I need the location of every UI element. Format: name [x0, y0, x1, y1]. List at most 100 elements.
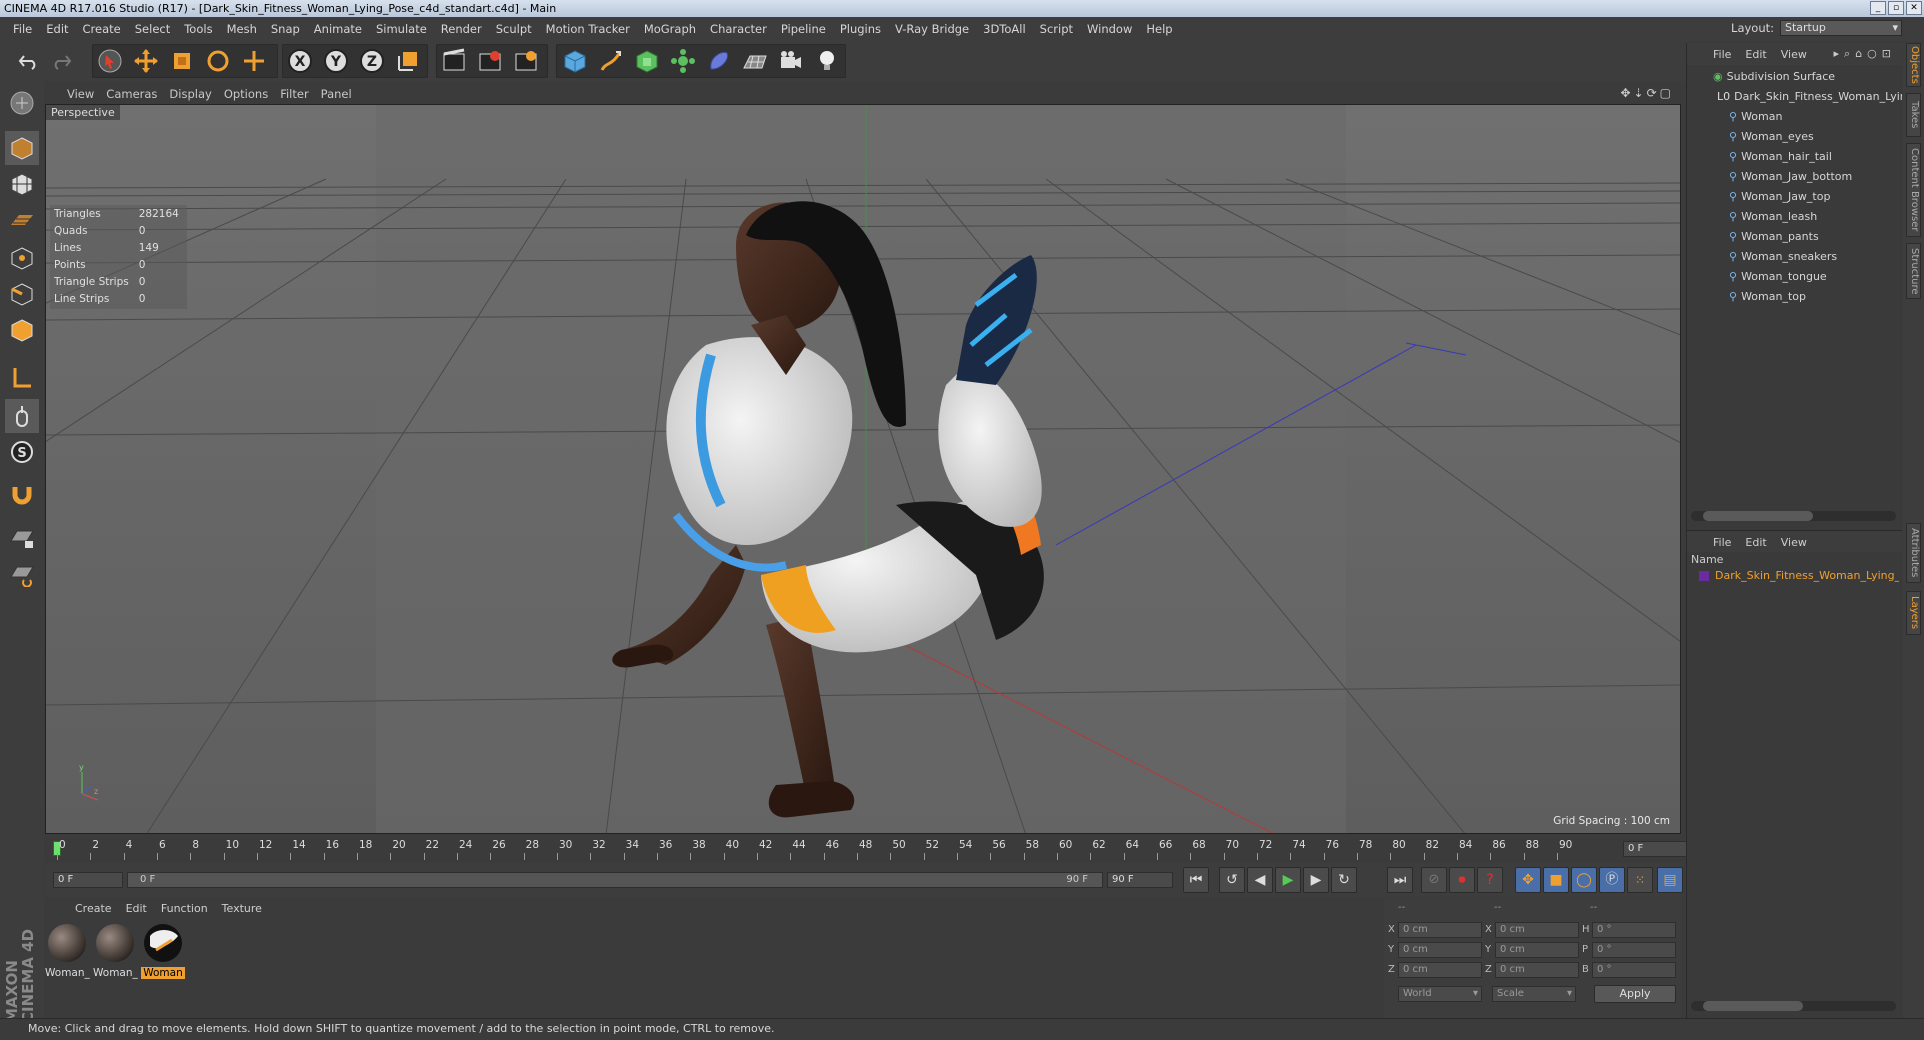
layer-manager-scrollbar[interactable] — [1691, 1001, 1896, 1011]
magnet-icon[interactable] — [5, 477, 39, 511]
object-tree-item[interactable]: L0Dark_Skin_Fitness_Woman_Lying_P — [1687, 87, 1902, 107]
object-tree-item[interactable]: ⚲ Woman_hair_tail — [1687, 147, 1902, 167]
key-position-icon[interactable]: ✥ — [1515, 867, 1541, 893]
menu-v-ray-bridge[interactable]: V-Ray Bridge — [888, 22, 976, 36]
viewport-menu-cameras[interactable]: Cameras — [106, 87, 169, 101]
key-rotation-icon[interactable]: ◯ — [1571, 867, 1597, 893]
make-editable-icon[interactable] — [5, 86, 39, 120]
side-tab-takes[interactable]: Takes — [1906, 93, 1921, 137]
edges-mode-icon[interactable] — [5, 277, 39, 311]
rotate-tool-icon[interactable] — [203, 46, 233, 76]
viewport-menu-view[interactable]: View — [67, 87, 106, 101]
apply-button[interactable]: Apply — [1594, 985, 1676, 1003]
side-tab-objects[interactable]: Objects — [1906, 43, 1921, 87]
position-field[interactable]: 0 cm — [1398, 962, 1482, 978]
menu-edit[interactable]: Edit — [39, 22, 75, 36]
object-tree-item[interactable]: ⚲ Woman_pants — [1687, 227, 1902, 247]
side-tab-structure[interactable]: Structure — [1906, 243, 1921, 299]
render-picture-viewer-icon[interactable] — [475, 46, 505, 76]
menu-create[interactable]: Create — [76, 22, 128, 36]
viewport-menu-display[interactable]: Display — [169, 87, 223, 101]
side-tab-attributes[interactable]: Attributes — [1906, 523, 1921, 583]
y-axis-icon[interactable]: Y — [321, 46, 351, 76]
size-field[interactable]: 0 cm — [1495, 962, 1579, 978]
object-tree-item[interactable]: ⚲ Woman_sneakers — [1687, 247, 1902, 267]
viewport-menu-panel[interactable]: Panel — [321, 87, 364, 101]
viewport-nav-icons[interactable]: ✥⇣⟳▢ — [1620, 86, 1674, 100]
record-icon[interactable]: ⏺ — [1449, 867, 1475, 893]
layer-menu-edit[interactable]: Edit — [1745, 536, 1766, 549]
object-tree-item[interactable]: ⚲ Woman_Jaw_top — [1687, 187, 1902, 207]
menu-mesh[interactable]: Mesh — [220, 22, 264, 36]
layer-menu-view[interactable]: View — [1781, 536, 1807, 549]
size-mode-select[interactable]: Scale ▾ — [1492, 986, 1576, 1002]
menu-script[interactable]: Script — [1033, 22, 1080, 36]
next-key-icon[interactable]: ↻ — [1331, 867, 1357, 893]
object-menu-edit[interactable]: Edit — [1745, 48, 1766, 61]
menu-snap[interactable]: Snap — [264, 22, 307, 36]
texture-mode-icon[interactable] — [5, 167, 39, 201]
side-tab-layers[interactable]: Layers — [1906, 591, 1921, 635]
layer-item[interactable]: Dark_Skin_Fitness_Woman_Lying_Po — [1699, 569, 1899, 587]
workplane-icon[interactable] — [5, 203, 39, 237]
maximize-button[interactable]: ▫ — [1888, 1, 1904, 15]
workplane-lock-icon[interactable] — [5, 521, 39, 555]
model-mode-icon[interactable] — [5, 131, 39, 165]
material-swatch[interactable]: Woman_ — [93, 922, 138, 979]
menu-select[interactable]: Select — [128, 22, 177, 36]
cube-icon[interactable] — [560, 46, 590, 76]
camera-icon[interactable] — [776, 46, 806, 76]
snap-icon[interactable]: S — [5, 435, 39, 469]
menu-file[interactable]: File — [6, 22, 39, 36]
pen-spline-icon[interactable] — [596, 46, 626, 76]
object-tree-item[interactable]: ⚲ Woman_eyes — [1687, 127, 1902, 147]
size-field[interactable]: 0 cm — [1495, 942, 1579, 958]
side-tab-content-browser[interactable]: Content Browser — [1906, 143, 1921, 237]
menu-plugins[interactable]: Plugins — [833, 22, 888, 36]
perspective-viewport[interactable]: Perspective Triangles 282164 Quads 0 Lines 14… — [45, 104, 1681, 834]
x-axis-icon[interactable]: X — [285, 46, 315, 76]
object-menu-view[interactable]: View — [1781, 48, 1807, 61]
menu-window[interactable]: Window — [1080, 22, 1139, 36]
layout-select[interactable]: Startup ▾ — [1780, 20, 1902, 36]
rotation-field[interactable]: 0 ° — [1592, 942, 1676, 958]
material-menu-texture[interactable]: Texture — [222, 902, 262, 915]
live-selection-icon[interactable] — [95, 46, 125, 76]
axis-mode-icon[interactable] — [5, 361, 39, 395]
rotation-field[interactable]: 0 ° — [1592, 962, 1676, 978]
grid-snap-icon[interactable] — [5, 557, 39, 591]
floor-icon[interactable] — [740, 46, 770, 76]
undo-icon[interactable] — [14, 46, 44, 76]
viewport-menu-filter[interactable]: Filter — [280, 87, 320, 101]
object-tree-item[interactable]: ⚲ Woman_Jaw_bottom — [1687, 167, 1902, 187]
menu-render[interactable]: Render — [434, 22, 489, 36]
record-disabled-icon[interactable]: ⊘ — [1421, 867, 1447, 893]
close-button[interactable]: ✕ — [1906, 1, 1922, 15]
object-tree-item[interactable]: ⚲ Woman_top — [1687, 287, 1902, 307]
render-view-icon[interactable] — [439, 46, 469, 76]
deformer-icon[interactable] — [704, 46, 734, 76]
scale-tool-icon[interactable] — [167, 46, 197, 76]
start-frame-field[interactable]: 0 F — [53, 872, 123, 888]
render-settings-icon[interactable] — [511, 46, 541, 76]
object-tree-item[interactable]: ◉ Subdivision Surface — [1687, 67, 1902, 87]
key-parameter-icon[interactable]: Ⓟ — [1599, 867, 1625, 893]
coordinate-system-icon[interactable] — [393, 46, 423, 76]
menu-mograph[interactable]: MoGraph — [637, 22, 703, 36]
layer-menu-file[interactable]: File — [1713, 536, 1731, 549]
material-swatch[interactable]: Woman_ — [45, 922, 90, 979]
material-swatch[interactable]: Woman — [141, 922, 185, 979]
frame-range-slider[interactable]: 0 F 90 F — [127, 872, 1103, 888]
menu-motion-tracker[interactable]: Motion Tracker — [539, 22, 637, 36]
prev-key-icon[interactable]: ↺ — [1219, 867, 1245, 893]
menu-simulate[interactable]: Simulate — [369, 22, 434, 36]
menu-animate[interactable]: Animate — [307, 22, 369, 36]
key-scale-icon[interactable]: ■ — [1543, 867, 1569, 893]
menu-3dtoall[interactable]: 3DToAll — [976, 22, 1033, 36]
menu-character[interactable]: Character — [703, 22, 774, 36]
coord-mode-select[interactable]: World ▾ — [1398, 986, 1482, 1002]
object-tree-item[interactable]: ⚲ Woman_leash — [1687, 207, 1902, 227]
current-frame-field[interactable]: 0 F — [1623, 841, 1687, 857]
object-tree-item[interactable]: ⚲ Woman_tongue — [1687, 267, 1902, 287]
material-menu-function[interactable]: Function — [161, 902, 208, 915]
